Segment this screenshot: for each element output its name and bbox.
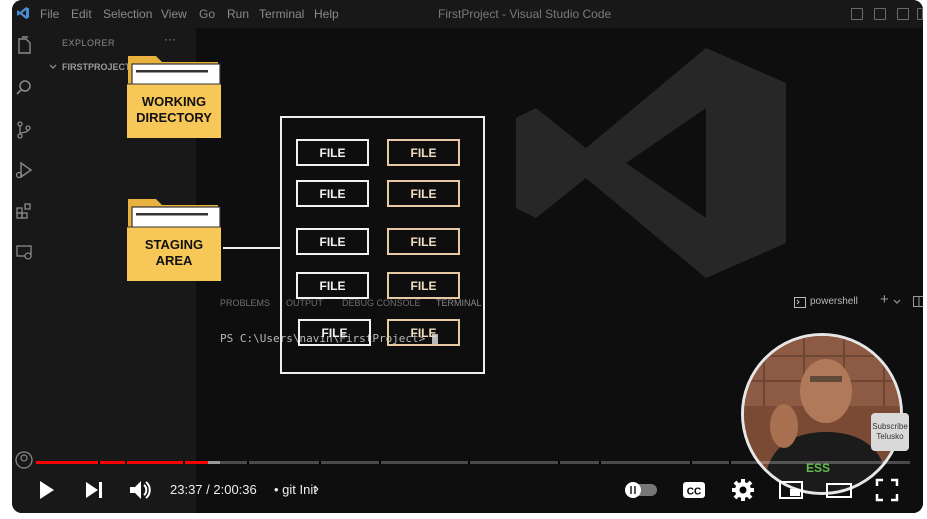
chapter-marker bbox=[319, 461, 321, 464]
menu-run[interactable]: Run bbox=[227, 7, 249, 21]
menu-help[interactable]: Help bbox=[314, 7, 339, 21]
chapter-marker bbox=[468, 461, 470, 464]
connector-line bbox=[223, 247, 281, 249]
project-folder[interactable]: FIRSTPROJECT bbox=[62, 62, 131, 72]
activity-bar bbox=[12, 28, 36, 513]
next-icon[interactable] bbox=[80, 476, 108, 504]
split-terminal-icon[interactable] bbox=[913, 296, 923, 307]
label-line: AREA bbox=[155, 253, 193, 268]
subscribe-text: Subscribe bbox=[872, 422, 908, 431]
new-terminal-icon[interactable]: + bbox=[880, 291, 889, 308]
chapter-marker bbox=[729, 461, 731, 464]
chapter-title[interactable]: • git Init bbox=[274, 482, 317, 497]
source-control-icon[interactable] bbox=[14, 120, 34, 140]
play-icon[interactable] bbox=[32, 476, 60, 504]
staging-area-label: STAGING AREA bbox=[126, 237, 222, 269]
chapter-marker bbox=[183, 461, 185, 464]
chapter-marker bbox=[125, 461, 127, 464]
shell-name[interactable]: powershell bbox=[810, 296, 858, 307]
theater-icon[interactable] bbox=[825, 476, 853, 504]
chapter-marker bbox=[558, 461, 560, 464]
captions-icon[interactable]: CC bbox=[680, 476, 708, 504]
file-box: FILE bbox=[296, 228, 369, 255]
file-box-staged: FILE bbox=[387, 180, 460, 207]
chevron-down-icon[interactable] bbox=[893, 299, 901, 305]
menu-edit[interactable]: Edit bbox=[71, 7, 92, 21]
fullscreen-icon[interactable] bbox=[873, 476, 901, 504]
explorer-title: EXPLORER bbox=[62, 38, 116, 48]
chapter-marker bbox=[379, 461, 381, 464]
vscode-titlebar: File Edit Selection View Go Run Terminal… bbox=[12, 0, 923, 28]
time-display: 23:37 / 2:00:36 bbox=[170, 482, 257, 497]
menu-selection[interactable]: Selection bbox=[103, 7, 152, 21]
vscode-logo-icon bbox=[17, 7, 29, 19]
extensions-icon[interactable] bbox=[14, 201, 34, 221]
autoplay-toggle[interactable] bbox=[623, 476, 659, 504]
label-line: DIRECTORY bbox=[136, 110, 212, 125]
miniplayer-icon[interactable] bbox=[777, 476, 805, 504]
player-controls: 23:37 / 2:00:36 • git Init › CC bbox=[12, 468, 923, 513]
label-line: STAGING bbox=[144, 237, 204, 252]
chevron-down-icon[interactable] bbox=[49, 63, 57, 71]
search-icon[interactable] bbox=[14, 78, 34, 98]
file-box: FILE bbox=[298, 319, 371, 346]
file-box-staged: FILE bbox=[387, 272, 460, 299]
layout-icon[interactable] bbox=[917, 8, 923, 20]
video-player[interactable]: File Edit Selection View Go Run Terminal… bbox=[12, 0, 923, 513]
progress-bar[interactable] bbox=[36, 461, 910, 464]
menu-view[interactable]: View bbox=[161, 7, 187, 21]
files-icon[interactable] bbox=[14, 36, 34, 56]
chapter-marker bbox=[98, 461, 100, 464]
label-line: WORKING bbox=[141, 94, 207, 109]
file-box: FILE bbox=[296, 180, 369, 207]
volume-icon[interactable] bbox=[126, 476, 154, 504]
channel-text: Telusko bbox=[876, 432, 904, 441]
settings-icon[interactable] bbox=[729, 476, 757, 504]
toggle-panel-icon[interactable] bbox=[874, 8, 886, 20]
explorer-more-icon[interactable]: ··· bbox=[164, 32, 176, 46]
file-box-staged: FILE bbox=[387, 139, 460, 166]
working-directory-label: WORKING DIRECTORY bbox=[126, 94, 222, 126]
chevron-right-icon[interactable]: › bbox=[314, 480, 319, 497]
svg-text:CC: CC bbox=[687, 487, 701, 498]
menu-terminal[interactable]: Terminal bbox=[259, 7, 304, 21]
toggle-sidebar-icon[interactable] bbox=[851, 8, 863, 20]
toggle-secondary-sidebar-icon[interactable] bbox=[897, 8, 909, 20]
staging-area-folder: STAGING AREA bbox=[126, 195, 222, 283]
chapter-marker bbox=[599, 461, 601, 464]
file-box: FILE bbox=[296, 272, 369, 299]
remote-explorer-icon[interactable] bbox=[14, 242, 34, 262]
chapter-marker bbox=[690, 461, 692, 464]
window-title: FirstProject - Visual Studio Code bbox=[438, 7, 612, 21]
subscribe-badge[interactable]: Subscribe Telusko bbox=[871, 413, 909, 451]
chapter-marker bbox=[247, 461, 249, 464]
menu-go[interactable]: Go bbox=[199, 7, 215, 21]
vscode-watermark-icon bbox=[516, 48, 786, 278]
working-directory-folder: WORKING DIRECTORY bbox=[126, 52, 222, 140]
file-box-staged: FILE bbox=[387, 319, 460, 346]
account-icon[interactable] bbox=[14, 450, 34, 470]
file-box: FILE bbox=[296, 139, 369, 166]
terminal-icon bbox=[794, 297, 806, 308]
run-debug-icon[interactable] bbox=[14, 160, 34, 180]
file-box-staged: FILE bbox=[387, 228, 460, 255]
menu-file[interactable]: File bbox=[40, 7, 59, 21]
tab-problems[interactable]: PROBLEMS bbox=[220, 298, 270, 308]
